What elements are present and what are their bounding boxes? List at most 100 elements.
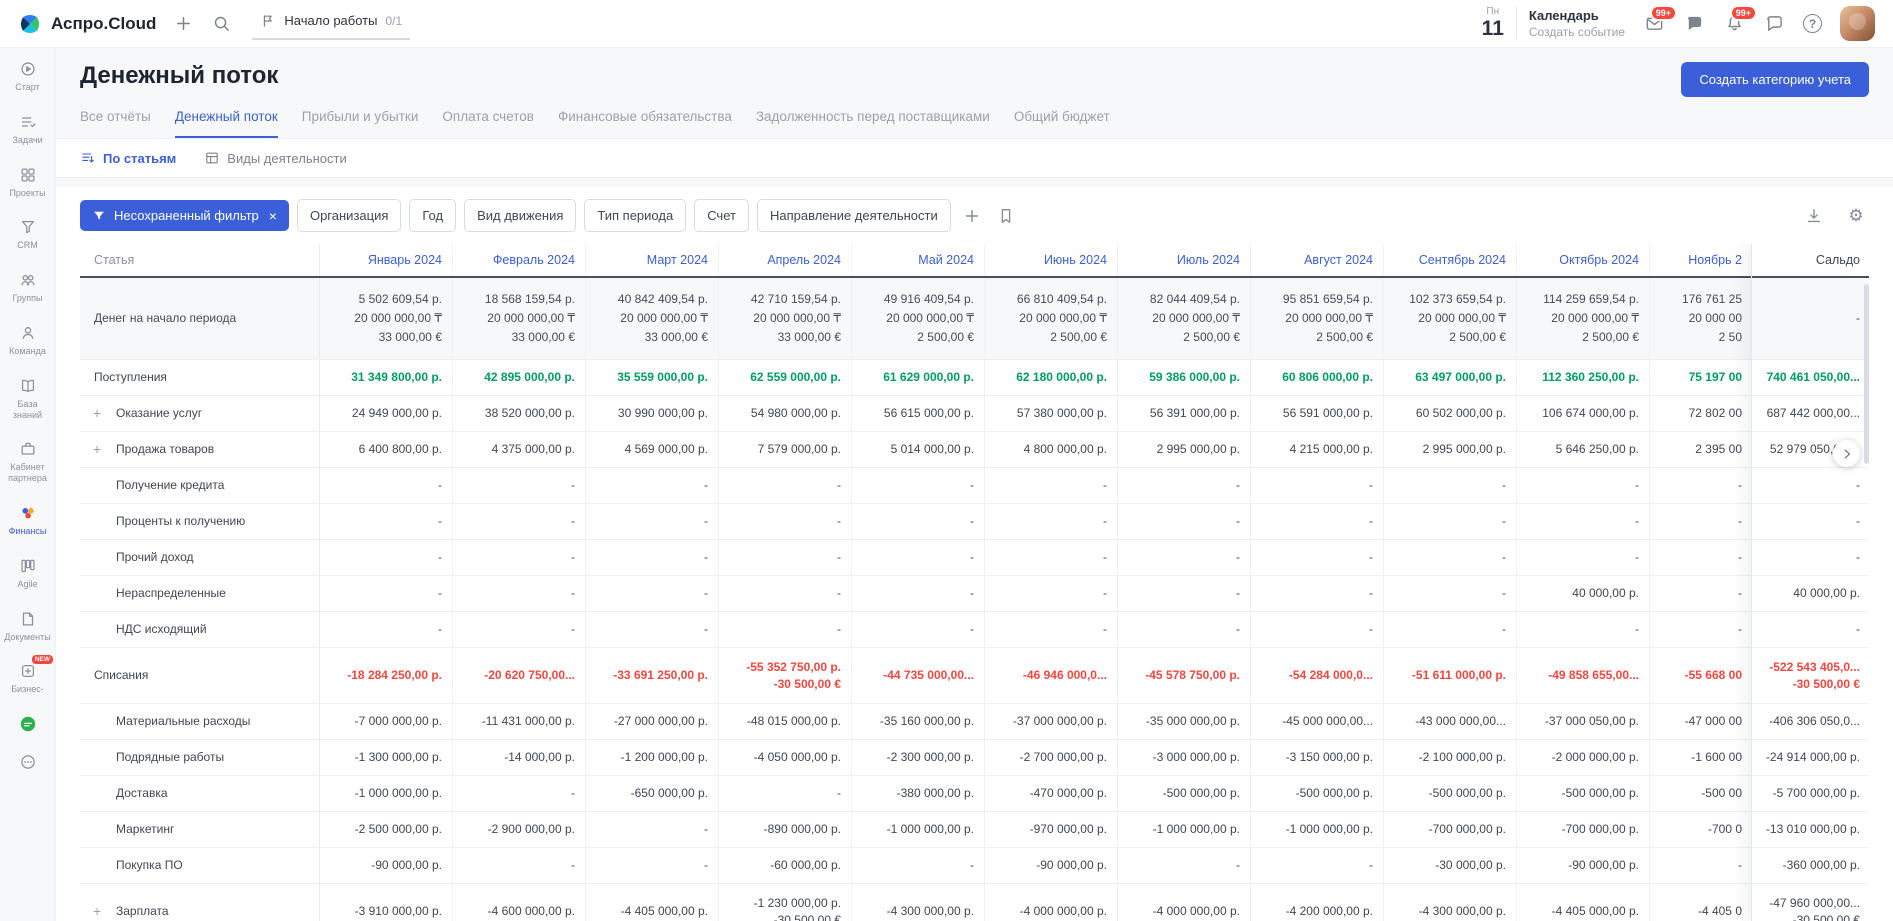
bell-icon[interactable]: 99+ xyxy=(1723,13,1745,35)
row-label-cell: Материальные расходы xyxy=(80,704,320,739)
add-filter-icon[interactable] xyxy=(959,203,985,229)
filter-button-5[interactable]: Направление деятельности xyxy=(757,199,951,232)
new-badge: NEW xyxy=(32,655,53,664)
value-cell: - xyxy=(1650,848,1752,883)
vertical-scrollbar[interactable] xyxy=(1864,284,1869,464)
expand-button[interactable]: + xyxy=(93,405,116,422)
row-label-cell: Поступления xyxy=(80,360,320,395)
saldo-cell: -5 700 000,00 р. xyxy=(1752,776,1869,812)
add-icon[interactable] xyxy=(172,13,194,35)
value-cell: 95 851 659,54 р.20 000 000,00 ₸2 500,00 … xyxy=(1251,278,1384,359)
value-cell: 112 360 250,00 р. xyxy=(1517,360,1650,395)
tab-3[interactable]: Оплата счетов xyxy=(442,109,534,138)
tab-4[interactable]: Финансовые обязательства xyxy=(558,109,732,138)
value-cell: -500 000,00 р. xyxy=(1517,776,1650,811)
filter-button-3[interactable]: Тип периода xyxy=(584,199,686,232)
subtab-0[interactable]: По статьям xyxy=(80,150,176,166)
value-cell: 60 502 000,00 р. xyxy=(1384,396,1517,431)
value-cell: 72 802 00 xyxy=(1650,396,1752,431)
filter-bar: Несохраненный фильтр × ОрганизацияГодВид… xyxy=(56,187,1893,242)
saldo-column: Сальдо-740 461 050,00...687 442 000,00..… xyxy=(1751,244,1869,921)
sidebar-item-проекты[interactable]: Проекты xyxy=(0,158,55,208)
filter-button-4[interactable]: Счет xyxy=(694,199,749,232)
sidebar-item-label: Кабинет партнера xyxy=(2,462,53,484)
scroll-right-button[interactable] xyxy=(1833,440,1860,467)
value-cell: - xyxy=(320,540,453,575)
sidebar-item-задачи[interactable]: Задачи xyxy=(0,105,55,155)
sidebar-item-группы[interactable]: Группы xyxy=(0,263,55,313)
value-cell: - xyxy=(1517,468,1650,503)
value-cell: - xyxy=(1384,612,1517,647)
value-cell: -46 946 000,0... xyxy=(985,648,1118,703)
value-cell: 61 629 000,00 р. xyxy=(852,360,985,395)
calendar-widget[interactable]: Пн 11 Календарь Создать событие xyxy=(1482,7,1625,40)
row-label-cell: Подрядные работы xyxy=(80,740,320,775)
sidebar-item-crm[interactable]: CRM xyxy=(0,210,55,260)
app-logo[interactable]: Аспро.Cloud xyxy=(18,12,156,36)
settings-gear-icon[interactable]: ⚙ xyxy=(1843,203,1869,229)
sidebar-item-agile[interactable]: Agile xyxy=(0,549,55,599)
bookmark-icon[interactable] xyxy=(993,203,1019,229)
tab-6[interactable]: Общий бюджет xyxy=(1014,109,1110,138)
tab-0[interactable]: Все отчёты xyxy=(80,109,151,138)
search-icon[interactable] xyxy=(210,13,232,35)
expand-button[interactable]: + xyxy=(93,903,116,920)
value-cell: -35 000 000,00 р. xyxy=(1118,704,1251,739)
flag-icon xyxy=(260,13,276,29)
sidebar-item-messenger[interactable] xyxy=(0,707,55,742)
chat-icon[interactable] xyxy=(1763,13,1785,35)
partner-icon xyxy=(19,440,37,458)
sidebar-item-старт[interactable]: Старт xyxy=(0,52,55,102)
sidebar-item-документы[interactable]: Документы xyxy=(0,602,55,652)
avatar[interactable] xyxy=(1840,6,1875,41)
sidebar-item-more[interactable] xyxy=(0,745,55,780)
filter-button-0[interactable]: Организация xyxy=(297,199,401,232)
value-cell: 35 559 000,00 р. xyxy=(586,360,719,395)
mail-icon[interactable]: 99+ xyxy=(1643,13,1665,35)
value-cell: - xyxy=(1251,576,1384,611)
tab-5[interactable]: Задолженность перед поставщиками xyxy=(756,109,990,138)
value-cell: - xyxy=(719,612,852,647)
value-cell: 18 568 159,54 р.20 000 000,00 ₸33 000,00… xyxy=(453,278,586,359)
sidebar-item-база-знаний[interactable]: База знаний xyxy=(0,369,55,430)
filter-button-1[interactable]: Год xyxy=(409,199,456,232)
value-cell: - xyxy=(586,612,719,647)
sidebar-item-кабинет-партнера[interactable]: Кабинет партнера xyxy=(0,432,55,493)
value-cell: -500 000,00 р. xyxy=(1118,776,1251,811)
subtab-1[interactable]: Виды деятельности xyxy=(204,150,346,166)
tab-cashflow[interactable]: Денежный поток xyxy=(175,109,278,138)
column-header-month: Январь 2024 xyxy=(320,244,453,276)
expand-button[interactable]: + xyxy=(93,441,116,458)
value-cell: - xyxy=(985,612,1118,647)
sidebar-item-бизнес-[interactable]: Бизнес-NEW xyxy=(0,654,55,704)
filter-button-2[interactable]: Вид движения xyxy=(464,199,576,232)
create-event-link[interactable]: Создать событие xyxy=(1529,25,1625,39)
sidebar-item-label: Группы xyxy=(13,293,43,304)
onboarding-progress[interactable]: Начало работы 0/1 xyxy=(252,8,410,40)
value-cell: - xyxy=(1384,540,1517,575)
value-cell: 59 386 000,00 р. xyxy=(1118,360,1251,395)
tab-2[interactable]: Прибыли и убытки xyxy=(302,109,419,138)
help-icon[interactable]: ? xyxy=(1803,14,1822,33)
main-area: Денежный поток Создать категорию учета В… xyxy=(56,48,1893,921)
value-cell: 5 646 250,00 р. xyxy=(1517,432,1650,467)
row-label-cell: Маркетинг xyxy=(80,812,320,847)
value-cell: 57 380 000,00 р. xyxy=(985,396,1118,431)
value-cell: -1 000 000,00 р. xyxy=(320,776,453,811)
saldo-cell: - xyxy=(1752,612,1869,648)
value-cell: 24 949 000,00 р. xyxy=(320,396,453,431)
saldo-cell: 740 461 050,00... xyxy=(1752,360,1869,396)
comment-icon[interactable] xyxy=(1683,13,1705,35)
filter-chip-close-icon[interactable]: × xyxy=(269,209,277,223)
value-cell: - xyxy=(320,576,453,611)
sidebar-item-финансы[interactable]: Финансы xyxy=(0,496,55,546)
sidebar-item-команда[interactable]: Команда xyxy=(0,316,55,366)
value-cell: -54 284 000,0... xyxy=(1251,648,1384,703)
value-cell: -700 000,00 р. xyxy=(1517,812,1650,847)
row-label-cell: НДС исходящий xyxy=(80,612,320,647)
download-icon[interactable] xyxy=(1801,203,1827,229)
value-cell: 42 895 000,00 р. xyxy=(453,360,586,395)
row-label: Получение кредита xyxy=(116,477,224,494)
filter-chip[interactable]: Несохраненный фильтр × xyxy=(80,200,289,231)
create-category-button[interactable]: Создать категорию учета xyxy=(1681,62,1869,97)
